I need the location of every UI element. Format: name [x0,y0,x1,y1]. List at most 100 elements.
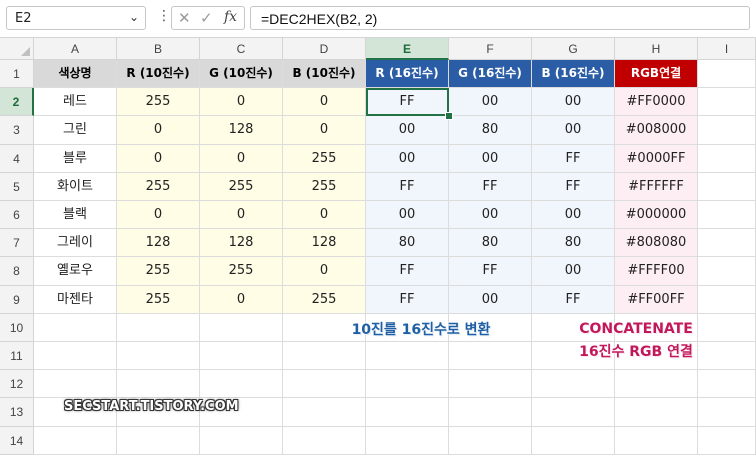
cell-f9[interactable]: 00 [449,285,532,314]
row-header-13[interactable]: 13 [0,398,34,427]
cell-b1[interactable]: R (10진수) [117,60,200,89]
cell-i3[interactable] [698,116,756,145]
cell-g3[interactable]: 00 [532,116,615,145]
check-icon[interactable]: ✓ [200,9,213,27]
cell-i6[interactable] [698,201,756,230]
cell-a12[interactable] [34,370,117,399]
cell-e8[interactable]: FF [366,257,449,286]
cell-c11[interactable] [200,342,283,371]
cell-h2[interactable]: #FF0000 [615,88,698,117]
cell-a7[interactable]: 그레이 [34,229,117,258]
cell-i9[interactable] [698,285,756,314]
cell-b9[interactable]: 255 [117,285,200,314]
column-header-h[interactable]: H [615,38,698,60]
row-header-9[interactable]: 9 [0,285,34,314]
cell-h3[interactable]: #008000 [615,116,698,145]
column-header-a[interactable]: A [34,38,117,60]
row-header-8[interactable]: 8 [0,257,34,286]
cell-g4[interactable]: FF [532,144,615,173]
row-header-4[interactable]: 4 [0,144,34,173]
formula-input[interactable]: =DEC2HEX(B2, 2) [250,6,750,30]
row-header-2[interactable]: 2 [0,88,34,117]
cell-c9[interactable]: 0 [200,285,283,314]
cell-d6[interactable]: 0 [283,201,366,230]
cell-i7[interactable] [698,229,756,258]
row-header-12[interactable]: 12 [0,370,34,399]
column-header-d[interactable]: D [283,38,366,60]
cell-h7[interactable]: #808080 [615,229,698,258]
cell-d5[interactable]: 255 [283,172,366,201]
cell-e3[interactable]: 00 [366,116,449,145]
cell-a3[interactable]: 그린 [34,116,117,145]
cell-f11[interactable] [449,342,532,371]
cell-b14[interactable] [117,426,200,455]
name-box[interactable]: E2 ⌄ [6,6,146,30]
cell-i2[interactable] [698,88,756,117]
cell-f13[interactable] [449,398,532,427]
cell-i11[interactable] [698,342,756,371]
row-header-3[interactable]: 3 [0,116,34,145]
cell-f3[interactable]: 80 [449,116,532,145]
row-header-5[interactable]: 5 [0,172,34,201]
cell-h14[interactable] [615,426,698,455]
cell-d14[interactable] [283,426,366,455]
select-all-button[interactable] [0,38,34,60]
cell-e11[interactable] [366,342,449,371]
cell-b2[interactable]: 255 [117,88,200,117]
cell-d11[interactable] [283,342,366,371]
cell-e14[interactable] [366,426,449,455]
column-header-e[interactable]: E [366,38,449,60]
cell-a8[interactable]: 옐로우 [34,257,117,286]
row-header-6[interactable]: 6 [0,201,34,230]
cell-f12[interactable] [449,370,532,399]
column-header-i[interactable]: I [698,38,756,60]
cell-e7[interactable]: 80 [366,229,449,258]
row-header-7[interactable]: 7 [0,229,34,258]
cell-b11[interactable] [117,342,200,371]
cell-g5[interactable]: FF [532,172,615,201]
cell-c8[interactable]: 255 [200,257,283,286]
cell-g14[interactable] [532,426,615,455]
cell-g6[interactable]: 00 [532,201,615,230]
cell-h5[interactable]: #FFFFFF [615,172,698,201]
cell-g7[interactable]: 80 [532,229,615,258]
cell-i13[interactable] [698,398,756,427]
cell-a1[interactable]: 색상명 [34,60,117,89]
cell-e6[interactable]: 00 [366,201,449,230]
close-icon[interactable]: ✕ [178,9,191,27]
row-header-11[interactable]: 11 [0,342,34,371]
cell-e1[interactable]: R (16진수) [366,60,449,89]
cell-d12[interactable] [283,370,366,399]
cell-a6[interactable]: 블랙 [34,201,117,230]
cell-f14[interactable] [449,426,532,455]
cell-c3[interactable]: 128 [200,116,283,145]
column-header-f[interactable]: F [449,38,532,60]
row-header-14[interactable]: 14 [0,426,34,455]
vertical-dots-icon[interactable]: ⋮ [157,9,171,23]
cell-a10[interactable] [34,313,117,342]
cell-h12[interactable] [615,370,698,399]
cell-a4[interactable]: 블루 [34,144,117,173]
cell-h4[interactable]: #0000FF [615,144,698,173]
cell-f8[interactable]: FF [449,257,532,286]
cell-c2[interactable]: 0 [200,88,283,117]
column-header-c[interactable]: C [200,38,283,60]
cell-h8[interactable]: #FFFF00 [615,257,698,286]
cell-a5[interactable]: 화이트 [34,172,117,201]
cell-i5[interactable] [698,172,756,201]
cell-b7[interactable]: 128 [117,229,200,258]
cell-b6[interactable]: 0 [117,201,200,230]
cell-g8[interactable]: 00 [532,257,615,286]
cell-f2[interactable]: 00 [449,88,532,117]
cell-g12[interactable] [532,370,615,399]
cell-g2[interactable]: 00 [532,88,615,117]
cell-e5[interactable]: FF [366,172,449,201]
cell-i14[interactable] [698,426,756,455]
cell-f5[interactable]: FF [449,172,532,201]
cell-i10[interactable] [698,313,756,342]
cell-i1[interactable] [698,60,756,89]
cell-b3[interactable]: 0 [117,116,200,145]
cell-d8[interactable]: 0 [283,257,366,286]
cell-i4[interactable] [698,144,756,173]
cell-a14[interactable] [34,426,117,455]
